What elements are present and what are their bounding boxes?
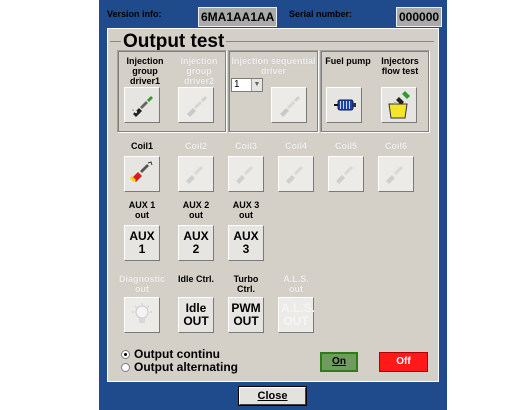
injection-driver2-label: Injection group driver2 xyxy=(180,56,218,86)
mode-option-continu[interactable]: Output continu xyxy=(121,347,220,361)
coil4-label: Coil4 xyxy=(284,141,307,151)
aux1-button-label: AUX 1 xyxy=(129,229,155,256)
idle-out-button-label: Idle OUT xyxy=(183,301,209,328)
aux3-button[interactable]: AUX 3 xyxy=(228,225,264,261)
radio-unselected-icon[interactable] xyxy=(121,363,130,372)
fuel-pump-label: Fuel pump xyxy=(325,56,371,66)
fuel-pump-icon xyxy=(334,99,356,111)
coil1-label: Coil1 xyxy=(130,141,153,151)
spark-plug-icon xyxy=(236,166,253,184)
pwm-out-button[interactable]: PWM OUT xyxy=(228,297,264,333)
radio-selected-icon[interactable] xyxy=(121,350,130,359)
diagnostic-out-label: Diagnostic out xyxy=(119,274,166,294)
injector-spray-icon xyxy=(280,96,300,117)
coil2-button[interactable] xyxy=(178,156,214,192)
diagnostic-out-button[interactable] xyxy=(124,297,160,333)
injector-spray-icon xyxy=(132,96,153,117)
als-out-button[interactable]: A.L.S. OUT xyxy=(278,297,316,333)
coil6-button[interactable] xyxy=(378,156,414,192)
coil6-label: Coil6 xyxy=(384,141,407,151)
mode-option-continu-label: Output continu xyxy=(134,347,220,361)
injection-sequential-label: Injection sequential driver xyxy=(231,56,316,76)
on-button[interactable]: On xyxy=(320,352,358,372)
coil2-label: Coil2 xyxy=(184,141,207,151)
als-out-label: A.L.S. out xyxy=(283,274,309,294)
idle-ctrl-label: Idle Ctrl. xyxy=(178,274,215,284)
als-out-button-label: A.L.S. OUT xyxy=(281,301,316,328)
aux1-label: AUX 1 out xyxy=(128,200,156,220)
fuel-pump-button[interactable] xyxy=(326,87,362,123)
sequential-driver-value: 1 xyxy=(234,79,240,90)
spark-plug-icon xyxy=(186,166,203,184)
close-button[interactable]: Close xyxy=(238,386,307,406)
spark-plug-icon xyxy=(336,166,353,184)
aux2-label: AUX 2 out xyxy=(182,200,210,220)
injectors-flow-test-button[interactable] xyxy=(381,87,417,123)
injection-driver1-label: Injection group driver1 xyxy=(126,56,164,86)
pwm-out-button-label: PWM OUT xyxy=(231,301,261,328)
injection-sequential-button[interactable] xyxy=(271,87,307,123)
on-button-label: On xyxy=(332,356,346,367)
output-test-window: Version info: 6MA1AA1AA Serial number: 0… xyxy=(0,0,532,410)
version-label: Version info: xyxy=(107,9,162,19)
sequential-driver-select[interactable]: 1 ▼ xyxy=(231,78,263,92)
flow-test-beaker-icon xyxy=(388,91,410,119)
spark-plug-icon xyxy=(386,166,403,184)
off-button[interactable]: Off xyxy=(379,352,428,372)
aux3-button-label: AUX 3 xyxy=(233,229,259,256)
coil3-label: Coil3 xyxy=(234,141,257,151)
spark-plug-icon xyxy=(129,161,153,183)
spark-plug-icon xyxy=(286,166,303,184)
coil3-button[interactable] xyxy=(228,156,264,192)
turbo-ctrl-label: Turbo Ctrl. xyxy=(233,274,259,294)
off-button-label: Off xyxy=(396,356,411,367)
coil4-button[interactable] xyxy=(278,156,314,192)
aux2-button[interactable]: AUX 2 xyxy=(178,225,214,261)
coil1-button[interactable] xyxy=(124,156,160,192)
version-value: 6MA1AA1AA xyxy=(198,7,278,27)
mode-option-alternating-label: Output alternating xyxy=(134,360,238,374)
injection-driver2-button[interactable] xyxy=(178,87,214,123)
aux2-button-label: AUX 2 xyxy=(183,229,209,256)
header-row: Version info: 6MA1AA1AA Serial number: 0… xyxy=(107,7,443,27)
aux1-button[interactable]: AUX 1 xyxy=(124,225,160,261)
chevron-down-icon: ▼ xyxy=(251,79,262,91)
serial-label: Serial number: xyxy=(289,9,353,19)
injectors-flow-test-label: Injectors flow test xyxy=(381,56,419,76)
serial-value: 000000 xyxy=(396,7,443,27)
injection-driver1-button[interactable] xyxy=(124,87,160,123)
close-button-label: Close xyxy=(257,390,288,402)
aux3-label: AUX 3 out xyxy=(232,200,260,220)
coil5-button[interactable] xyxy=(328,156,364,192)
light-bulb-icon xyxy=(132,303,152,323)
mode-option-alternating[interactable]: Output alternating xyxy=(121,360,238,374)
idle-out-button[interactable]: Idle OUT xyxy=(178,297,214,333)
injector-spray-icon xyxy=(187,96,207,117)
coil5-label: Coil5 xyxy=(334,141,357,151)
